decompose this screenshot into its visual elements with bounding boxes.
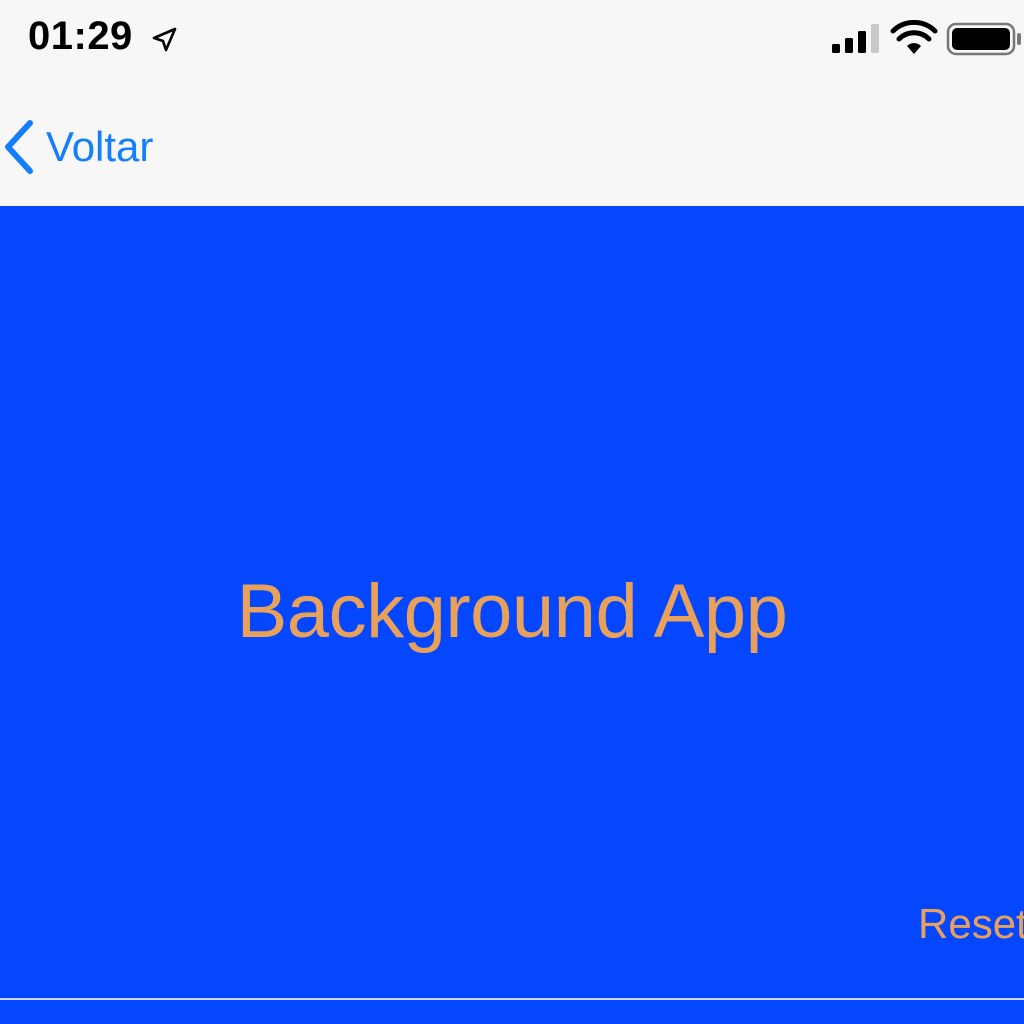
back-button-label: Voltar bbox=[46, 123, 154, 170]
divider bbox=[0, 998, 1024, 1000]
back-button[interactable]: Voltar bbox=[0, 112, 153, 182]
reset-button[interactable]: Reset bbox=[918, 900, 1024, 948]
wifi-icon bbox=[890, 20, 938, 54]
location-arrow-icon bbox=[152, 27, 177, 52]
page-title: Background App bbox=[236, 569, 788, 654]
chevron-left-icon bbox=[5, 120, 33, 174]
navigation-bar: Voltar bbox=[0, 84, 1024, 206]
cellular-signal-icon bbox=[832, 24, 879, 53]
main-content: Background App Reset bbox=[0, 206, 1024, 1024]
status-bar: 01:29 bbox=[0, 0, 1024, 84]
battery-icon bbox=[946, 22, 1021, 56]
app-screen: 01:29 Voltar Background App Reset bbox=[0, 0, 1024, 1024]
status-time: 01:29 bbox=[28, 14, 133, 58]
